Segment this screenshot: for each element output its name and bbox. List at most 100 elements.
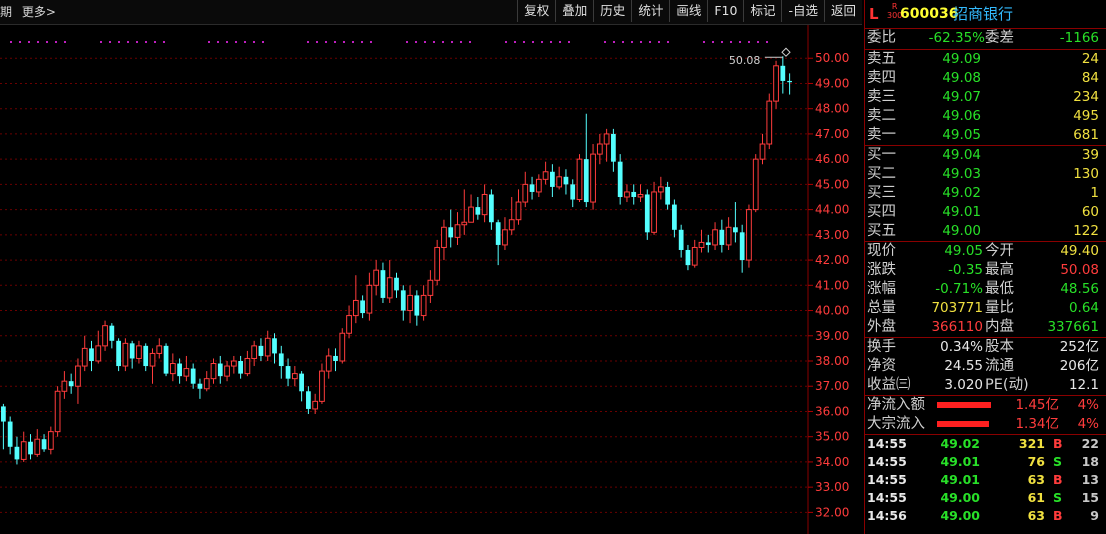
- bids-label: 买四: [867, 204, 896, 220]
- flow-bar: [937, 402, 991, 408]
- signal-dot: [640, 41, 642, 43]
- tick-list[interactable]: 14:55 49.02 321 B 22 14:55 49.01 76 S 18 14:55 49.0…: [865, 435, 1106, 525]
- weibi-label: 委比: [867, 30, 896, 46]
- stat-row: 涨跌 -0.35 最高 50.08: [865, 261, 1106, 280]
- signal-dot: [469, 41, 471, 43]
- stat-value: 49.05: [944, 243, 983, 259]
- fund-label: 收益㈢: [867, 377, 911, 393]
- flow-label: 净流入额: [867, 397, 925, 413]
- bids-price: 49.01: [942, 204, 981, 220]
- tick-count: 9: [1090, 508, 1099, 523]
- candle-body: [705, 242, 711, 245]
- toolbar-button[interactable]: 画线: [669, 0, 707, 22]
- candle-body: [665, 186, 670, 205]
- weicha-label: 委差: [985, 30, 1014, 46]
- flow-row: 大宗流入 1.34亿 4%: [865, 415, 1106, 434]
- signal-dot: [505, 41, 507, 43]
- signal-dot: [325, 41, 327, 43]
- candle-body: [394, 277, 399, 291]
- chart-svg[interactable]: 50.00 49.00 48.00 47.00 46.00 45.00 44.00 43.00…: [0, 25, 862, 534]
- toolbar-button[interactable]: 叠加: [555, 0, 593, 22]
- tick-count: 13: [1081, 472, 1099, 487]
- toolbar-button[interactable]: 返回: [823, 0, 862, 22]
- y-tick-label: 42.00: [815, 253, 849, 267]
- more-menu[interactable]: 更多>: [22, 5, 56, 19]
- candle-body: [502, 229, 508, 246]
- candle-body: [20, 441, 27, 460]
- candle-body: [508, 219, 515, 231]
- signal-dot: [127, 41, 129, 43]
- toolbar-button[interactable]: F10: [707, 0, 743, 22]
- weibi-row: 委比 -62.35% 委差 -1166: [865, 29, 1106, 50]
- candle-body: [299, 373, 304, 392]
- candle-body: [522, 183, 529, 203]
- toolbar-button[interactable]: 历史: [593, 0, 631, 22]
- market-letter: L: [869, 5, 879, 23]
- asks-label: 卖四: [867, 70, 896, 86]
- fund-value: 3.020: [944, 377, 983, 393]
- stat-value: 337661: [1047, 319, 1099, 335]
- toolbar-button[interactable]: 统计: [631, 0, 669, 22]
- bids-volume: 39: [1081, 147, 1099, 163]
- asks-price: 49.07: [942, 89, 981, 105]
- signal-dot: [433, 41, 435, 43]
- candle-body: [400, 290, 406, 311]
- toolbar-button[interactable]: 复权: [517, 0, 555, 22]
- signal-dot: [523, 41, 525, 43]
- tick-row[interactable]: 14:55 49.01 63 B 13: [865, 471, 1106, 489]
- signal-dot: [37, 41, 39, 43]
- candle-body: [272, 338, 277, 354]
- candle-body: [346, 315, 352, 334]
- candle-body: [251, 345, 258, 359]
- period-label[interactable]: 期: [0, 5, 12, 19]
- stat-label: 最低: [985, 281, 1014, 297]
- tick-row[interactable]: 14:55 49.00 61 S 15: [865, 489, 1106, 507]
- candle-body: [603, 133, 610, 145]
- fund-value: 0.34%: [940, 339, 983, 355]
- candle-body: [258, 345, 264, 356]
- asks-row: 卖三 49.07 234: [865, 88, 1106, 107]
- candle-body: [780, 65, 786, 81]
- candle-body: [515, 201, 522, 221]
- stat-value: -0.71%: [935, 281, 983, 297]
- signal-dot: [46, 41, 48, 43]
- tick-count: 15: [1081, 490, 1099, 505]
- asks-volume: 495: [1073, 108, 1099, 124]
- fund-value: 252亿: [1059, 339, 1099, 355]
- weicha-value: -1166: [1059, 30, 1099, 46]
- y-tick-label: 38.00: [815, 354, 849, 368]
- stat-label: 今开: [985, 243, 1014, 259]
- signal-dot: [163, 41, 165, 43]
- stat-label: 涨幅: [867, 281, 896, 297]
- candle-body: [197, 383, 203, 389]
- stock-name[interactable]: 招商银行: [953, 0, 1013, 28]
- stat-label: 现价: [867, 243, 896, 259]
- stat-value: 48.56: [1060, 281, 1099, 297]
- candle-body: [306, 391, 311, 409]
- candle-body: [563, 176, 569, 185]
- candle-body: [122, 342, 129, 367]
- signal-dot: [316, 41, 318, 43]
- signal-dot: [622, 41, 624, 43]
- candle-body: [386, 277, 393, 299]
- tick-price: 49.01: [940, 454, 980, 469]
- toolbar-button[interactable]: -自选: [781, 0, 824, 22]
- candle-body: [203, 378, 210, 390]
- flow-pct: 4%: [1077, 416, 1099, 432]
- signal-dot: [352, 41, 354, 43]
- signal-dot: [208, 41, 210, 43]
- candle-body: [183, 368, 190, 377]
- stat-row: 外盘 366110 内盘 337661: [865, 318, 1106, 337]
- toolbar-button[interactable]: 标记: [743, 0, 781, 22]
- tick-row[interactable]: 14:56 49.00 63 B 9: [865, 507, 1106, 525]
- tick-row[interactable]: 14:55 49.02 321 B 22: [865, 435, 1106, 453]
- candlestick-chart[interactable]: 50.00 49.00 48.00 47.00 46.00 45.00 44.00 43.00…: [0, 25, 862, 534]
- stock-code: 600036: [900, 6, 959, 22]
- fund-row: 换手 0.34% 股本 252亿: [865, 338, 1106, 357]
- candle-body: [637, 193, 644, 198]
- y-tick-label: 48.00: [815, 102, 849, 116]
- quote-panel: L R 300 600036 招商银行 委比 -62.35% 委差 -1166 卖…: [864, 0, 1106, 534]
- tick-row[interactable]: 14:55 49.01 76 S 18: [865, 453, 1106, 471]
- candle-body: [264, 337, 271, 357]
- candle-body: [678, 229, 684, 250]
